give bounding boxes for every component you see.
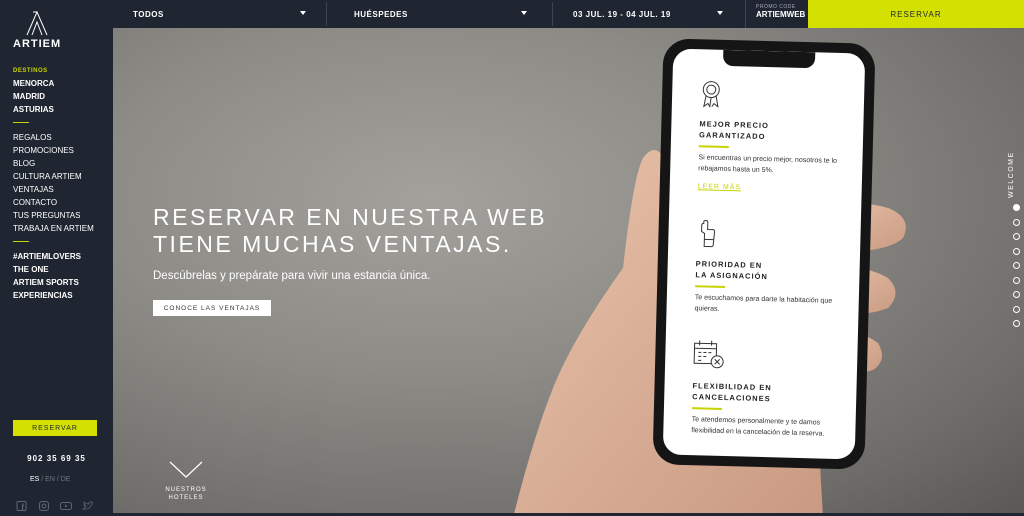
feature-title: FLEXIBILIDAD EN CANCELACIONES	[692, 380, 843, 406]
nav-artiemlovers[interactable]: #ARTIEMLOVERS	[13, 250, 94, 263]
chevron-down-icon	[521, 11, 527, 15]
nav-cultura[interactable]: CULTURA ARTIEM	[13, 170, 94, 183]
lang-others[interactable]: / EN / DE	[39, 476, 70, 483]
nav-experiencias[interactable]: EXPERIENCIAS	[13, 289, 94, 302]
feature-priority: PRIORIDAD EN LA ASIGNACIÓN Te escuchamos …	[694, 219, 846, 318]
language-switcher: ES / EN / DE	[30, 476, 70, 483]
divider	[552, 2, 553, 26]
slide-dot[interactable]	[1013, 320, 1020, 327]
nav-madrid[interactable]: MADRID	[13, 90, 94, 103]
nav-contacto[interactable]: CONTACTO	[13, 196, 94, 209]
feature-text: Te atendemos personalmente y te damos fl…	[691, 416, 825, 438]
nav-divider	[13, 241, 29, 242]
slide-pagination	[1013, 204, 1021, 335]
calendar-cancel-icon	[693, 340, 724, 369]
slide-dot[interactable]	[1013, 218, 1020, 226]
feature-text: Si encuentras un precio mejor, nosotros …	[698, 154, 838, 174]
destinos-label: DESTINOS	[13, 68, 48, 74]
scroll-label-line: NUESTROS	[165, 487, 207, 493]
accent-bar	[691, 407, 722, 410]
slide-dot[interactable]	[1013, 204, 1020, 211]
nav-menorca[interactable]: MENORCA	[13, 77, 94, 90]
read-more-link[interactable]: LEER MÁS	[698, 183, 848, 194]
accent-bar	[698, 145, 729, 149]
sidebar: ARTIEM DESTINOS MENORCA MADRID ASTURIAS …	[0, 0, 113, 513]
welcome-label: WELCOME	[1008, 151, 1015, 198]
dates-select[interactable]: 03 JUL. 19 - 04 JUL. 19	[573, 0, 733, 28]
divider	[326, 2, 327, 26]
slide-dot[interactable]	[1013, 262, 1020, 269]
guests-select[interactable]: HUÉSPEDES	[354, 0, 537, 28]
chevron-down-icon	[169, 461, 203, 478]
slide-dot[interactable]	[1013, 276, 1020, 284]
hero-title-line-2: TIENE MUCHAS VENTAJAS.	[153, 231, 512, 257]
destinos-nav: DESTINOS MENORCA MADRID ASTURIAS REGALOS…	[13, 68, 94, 302]
lang-es[interactable]: ES	[30, 476, 39, 483]
dates-select-value: 03 JUL. 19 - 04 JUL. 19	[573, 9, 671, 19]
hotel-select[interactable]: TODOS	[133, 0, 316, 28]
slide-dot[interactable]	[1013, 305, 1020, 313]
nav-divider	[13, 122, 29, 123]
nav-preguntas[interactable]: TUS PREGUNTAS	[13, 209, 94, 222]
slide-dot[interactable]	[1013, 247, 1020, 255]
instagram-icon[interactable]	[38, 498, 50, 511]
phone-number[interactable]: 902 35 69 35	[0, 454, 113, 463]
feature-title: PRIORIDAD EN LA ASIGNACIÓN	[695, 258, 846, 284]
thumbs-up-icon	[701, 219, 716, 248]
phone-notch	[722, 49, 816, 69]
hero-title: RESERVAR EN NUESTRA WEB TIENE MUCHAS VEN…	[153, 204, 547, 258]
accent-bar	[695, 285, 726, 288]
nav-artiem-sports[interactable]: ARTIEM SPORTS	[13, 276, 94, 289]
facebook-icon[interactable]	[16, 498, 28, 511]
reserve-button[interactable]: RESERVAR	[808, 0, 1024, 28]
nav-blog[interactable]: BLOG	[13, 157, 94, 170]
slide-dot[interactable]	[1013, 291, 1020, 298]
twitter-icon[interactable]	[81, 498, 94, 510]
hero-subtitle: Descúbrelas y prepárate para vivir una e…	[153, 270, 431, 282]
scroll-label-line: HOTELES	[168, 495, 204, 501]
phone-mockup: MEJOR PRECIO GARANTIZADO Si encuentras un…	[652, 38, 876, 470]
guests-select-value: HUÉSPEDES	[354, 9, 408, 19]
nav-the-one[interactable]: THE ONE	[13, 263, 94, 276]
hero-section: RESERVAR EN NUESTRA WEB TIENE MUCHAS VEN…	[113, 28, 1024, 513]
logo-mark-icon	[26, 10, 48, 36]
nav-promociones[interactable]: PROMOCIONES	[13, 144, 94, 157]
cta-button[interactable]: CONOCE LAS VENTAJAS	[153, 300, 271, 316]
nav-ventajas[interactable]: VENTAJAS	[13, 183, 94, 196]
phone-screen: MEJOR PRECIO GARANTIZADO Si encuentras un…	[662, 48, 866, 460]
promo-code-value: ARTIEMWEB	[756, 10, 806, 19]
sidebar-reserve-button[interactable]: RESERVAR	[13, 420, 97, 436]
youtube-icon[interactable]	[60, 498, 72, 510]
feature-flexibility: FLEXIBILIDAD EN CANCELACIONES Te atendemo…	[691, 339, 843, 440]
feature-text: Te escuchamos para darte la habitación q…	[694, 294, 833, 313]
hotel-select-value: TODOS	[133, 9, 164, 19]
brand-logo[interactable]: ARTIEM	[13, 10, 73, 50]
slide-dot[interactable]	[1013, 233, 1020, 240]
nav-trabaja[interactable]: TRABAJA EN ARTIEM	[13, 222, 94, 235]
feature-title: MEJOR PRECIO GARANTIZADO	[699, 118, 850, 144]
nav-asturias[interactable]: ASTURIAS	[13, 103, 94, 116]
hero-title-line-1: RESERVAR EN NUESTRA WEB	[153, 204, 548, 230]
chevron-down-icon	[300, 11, 306, 15]
social-links	[16, 498, 94, 511]
booking-bar: TODOS HUÉSPEDES 03 JUL. 19 - 04 JUL. 19 …	[113, 0, 1024, 28]
chevron-down-icon	[717, 11, 723, 15]
brand-name: ARTIEM	[13, 38, 62, 50]
our-hotels-scroll[interactable]: NUESTROS HOTELES	[163, 461, 209, 502]
feature-best-price: MEJOR PRECIO GARANTIZADO Si encuentras un…	[698, 79, 851, 194]
award-ribbon-icon	[702, 81, 720, 108]
promo-code-field[interactable]: PROMO CODE ARTIEMWEB	[745, 0, 808, 28]
nav-regalos[interactable]: REGALOS	[13, 131, 94, 144]
